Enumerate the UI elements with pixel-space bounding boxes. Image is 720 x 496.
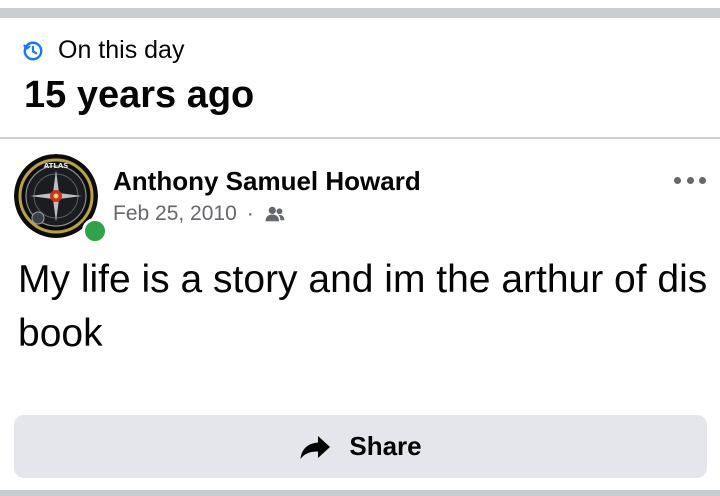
memory-label-row: On this day [22, 36, 184, 65]
memory-label: On this day [58, 36, 185, 64]
share-button[interactable]: Share [14, 415, 707, 478]
top-divider [0, 0, 720, 18]
memory-header: On this day 15 years ago [0, 18, 720, 138]
post-date[interactable]: Feb 25, 2010 [113, 202, 237, 226]
author-name[interactable]: Anthony Samuel Howard [113, 166, 421, 197]
section-divider [0, 137, 720, 139]
post-header: ATLAS Anthony Samuel Howard Feb 25, 2010… [0, 140, 720, 244]
memory-title: 15 years ago [24, 74, 255, 116]
bottom-divider [0, 490, 720, 496]
post-text: My life is a story and im the arthur of … [18, 258, 708, 355]
share-label: Share [349, 431, 422, 461]
online-status-dot [82, 218, 108, 244]
clock-icon [23, 41, 43, 60]
meta-separator: · [246, 202, 254, 225]
friends-icon[interactable] [264, 205, 286, 223]
share-arrow-icon [300, 435, 331, 459]
avatar-logo-text: ATLAS [44, 162, 69, 170]
avatar-wrap[interactable]: ATLAS [14, 154, 108, 244]
post-meta: Feb 25, 2010 · [113, 202, 286, 226]
more-options-icon[interactable] [670, 168, 710, 192]
